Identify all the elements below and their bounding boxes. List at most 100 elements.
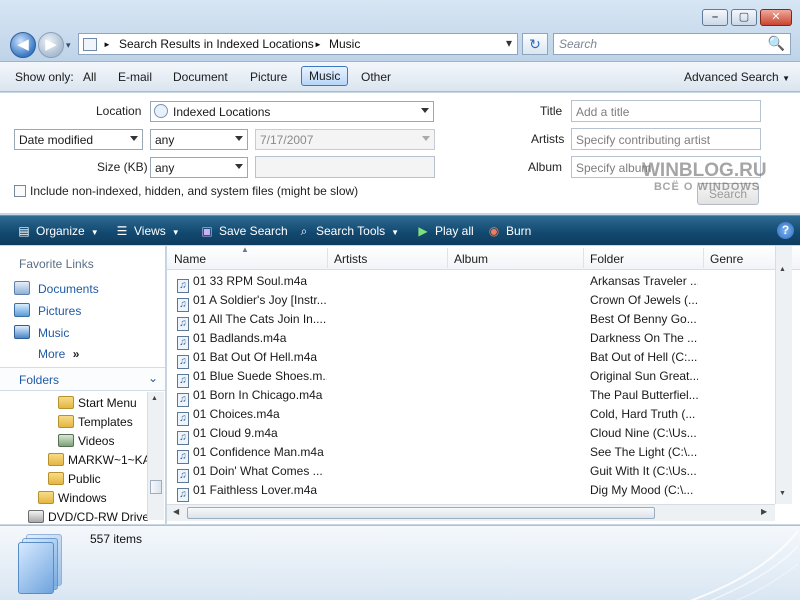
- location-select[interactable]: Indexed Locations: [150, 101, 434, 122]
- help-icon[interactable]: ?: [777, 222, 794, 239]
- music-folder-icon: [14, 325, 30, 339]
- organize-button[interactable]: ▤ Organize ▼: [16, 224, 98, 238]
- close-icon: ✕: [771, 11, 781, 23]
- burn-button[interactable]: ◉ Burn: [486, 224, 532, 238]
- file-name: 01 Badlands.m4a: [193, 331, 287, 345]
- favorite-documents[interactable]: Documents: [14, 281, 99, 296]
- tree-item-videos[interactable]: Videos: [58, 434, 114, 448]
- scroll-right-icon[interactable]: ▶: [761, 507, 767, 516]
- tree-item-start-menu[interactable]: Start Menu: [58, 396, 137, 410]
- date-operator-select[interactable]: any: [150, 129, 248, 150]
- include-nonindexed-checkbox[interactable]: [14, 185, 26, 197]
- breadcrumb-search-results[interactable]: Search Results in Indexed Locations: [119, 37, 314, 51]
- advanced-search-link[interactable]: Advanced Search ▼: [684, 70, 790, 84]
- breadcrumb-music[interactable]: Music: [329, 37, 360, 51]
- tree-item-dvd-drive[interactable]: DVD/CD-RW Drive: [28, 510, 149, 524]
- maximize-icon: ▢: [738, 11, 750, 23]
- search-icon[interactable]: 🔍: [768, 35, 785, 52]
- tree-item-windows[interactable]: Windows: [38, 491, 107, 505]
- column-header-row: ▲ Name Artists Album Folder Genre: [167, 246, 800, 270]
- table-row[interactable]: ♫ 01 Bat Out Of Hell.m4a Bat Out of Hell (…: [167, 347, 779, 369]
- forward-button[interactable]: ▶: [38, 32, 64, 58]
- column-artists[interactable]: Artists: [334, 252, 367, 266]
- date-value-picker[interactable]: 7/17/2007: [255, 129, 435, 150]
- refresh-button[interactable]: ↻: [522, 33, 548, 55]
- favorite-pictures[interactable]: Pictures: [14, 303, 81, 318]
- save-search-button[interactable]: ▣ Save Search: [199, 224, 287, 238]
- search-input[interactable]: Search 🔍: [553, 33, 791, 55]
- size-operator-select[interactable]: any: [150, 157, 248, 178]
- scroll-down-icon[interactable]: ▼: [779, 490, 786, 497]
- size-value-input[interactable]: [255, 156, 435, 178]
- address-bar[interactable]: ► Search Results in Indexed Locations ► …: [78, 33, 518, 55]
- play-all-button[interactable]: ▶ Play all: [415, 224, 473, 238]
- horizontal-scrollbar[interactable]: ◀ ▶: [167, 504, 775, 521]
- file-name: 01 Doin' What Comes ...: [193, 464, 323, 478]
- views-button[interactable]: ☰ Views ▼: [114, 224, 180, 238]
- folders-header[interactable]: Folders ⌄: [0, 367, 165, 391]
- tree-item-public[interactable]: Public: [48, 472, 101, 486]
- table-row[interactable]: ♫ 01 Cloud 9.m4a Cloud Nine (C:\Us...: [167, 423, 779, 445]
- artists-input[interactable]: Specify contributing artist: [571, 128, 761, 150]
- column-folder[interactable]: Folder: [590, 252, 624, 266]
- favorite-more[interactable]: More »: [38, 347, 79, 361]
- tree-item-markw[interactable]: MARKW~1~KA: [48, 453, 151, 467]
- table-row[interactable]: ♫ 01 Choices.m4a Cold, Hard Truth (...: [167, 404, 779, 426]
- folders-scrollbar[interactable]: ▲: [147, 392, 164, 520]
- folder-icon: [58, 396, 74, 409]
- item-count: 557 items: [90, 532, 143, 546]
- search-tools-button[interactable]: ⌕ Search Tools ▼: [296, 224, 399, 239]
- breadcrumb-separator-icon: ►: [103, 40, 111, 49]
- tree-item-templates[interactable]: Templates: [58, 415, 133, 429]
- table-row[interactable]: ♫ 01 Born In Chicago.m4a The Paul Butterfi…: [167, 385, 779, 407]
- scroll-up-icon[interactable]: ▲: [779, 266, 786, 273]
- recent-pages-button[interactable]: ▾: [66, 40, 71, 51]
- close-button[interactable]: ✕: [760, 9, 792, 26]
- address-dropdown-icon[interactable]: ▾: [506, 36, 512, 50]
- filter-music[interactable]: Music: [301, 66, 349, 86]
- file-name: 01 Blue Suede Shoes.m...: [193, 369, 327, 383]
- table-row[interactable]: ♫ 01 Confidence Man.m4a See The Light (C:\…: [167, 442, 779, 464]
- filter-email[interactable]: E-mail: [118, 70, 152, 84]
- scroll-up-icon[interactable]: ▲: [151, 395, 158, 402]
- double-chevron-icon: »: [72, 347, 80, 361]
- filter-all[interactable]: All: [83, 70, 96, 84]
- table-row[interactable]: ♫ 01 33 RPM Soul.m4a Arkansas Traveler ...: [167, 271, 779, 293]
- scroll-thumb[interactable]: [150, 480, 162, 494]
- tree-label: Windows: [58, 491, 107, 505]
- advanced-search-label: Advanced Search: [684, 70, 779, 84]
- scroll-left-icon[interactable]: ◀: [173, 507, 179, 516]
- title-input[interactable]: Add a title: [571, 100, 761, 122]
- column-name[interactable]: Name: [174, 252, 206, 266]
- horizontal-scroll-thumb[interactable]: [187, 507, 655, 519]
- maximize-button[interactable]: ▢: [731, 9, 757, 26]
- back-button[interactable]: ◀: [10, 32, 36, 58]
- favorite-music[interactable]: Music: [14, 325, 69, 340]
- folder-cell: Guit With It (C:\Us...: [590, 464, 697, 478]
- tree-label: Public: [68, 472, 101, 486]
- location-value: Indexed Locations: [173, 105, 271, 119]
- table-row[interactable]: ♫ 01 A Soldier's Joy [Instr... Crown Of Je…: [167, 290, 779, 312]
- artists-label: Artists: [531, 132, 565, 146]
- minimize-button[interactable]: –: [702, 9, 728, 26]
- table-row[interactable]: ♫ 01 Blue Suede Shoes.m... Original Sun Gr…: [167, 366, 779, 388]
- date-field-value: Date modified: [19, 133, 94, 147]
- table-row[interactable]: ♫ 01 Badlands.m4a Darkness On The ...: [167, 328, 779, 350]
- refresh-icon: ↻: [529, 36, 541, 52]
- vertical-scrollbar[interactable]: ▲ ▼: [775, 246, 792, 504]
- filter-other[interactable]: Other: [361, 70, 391, 84]
- column-genre[interactable]: Genre: [710, 252, 743, 266]
- filter-picture[interactable]: Picture: [250, 70, 287, 84]
- size-operator-value: any: [155, 161, 175, 175]
- table-row[interactable]: ♫ 01 All The Cats Join In.... Best Of Benn…: [167, 309, 779, 331]
- date-field-select[interactable]: Date modified: [14, 129, 143, 150]
- tree-label: Videos: [78, 434, 115, 448]
- column-album[interactable]: Album: [454, 252, 488, 266]
- filter-document[interactable]: Document: [173, 70, 228, 84]
- title-label: Title: [540, 104, 563, 118]
- table-row[interactable]: ♫ 01 Faithless Lover.m4a Dig My Mood (C:\.…: [167, 480, 779, 502]
- chevron-down-icon: [130, 136, 138, 141]
- folder-cell: Original Sun Great...: [590, 369, 698, 383]
- table-row[interactable]: ♫ 01 Doin' What Comes ... Guit With It (C:…: [167, 461, 779, 483]
- folder-icon: [48, 453, 64, 466]
